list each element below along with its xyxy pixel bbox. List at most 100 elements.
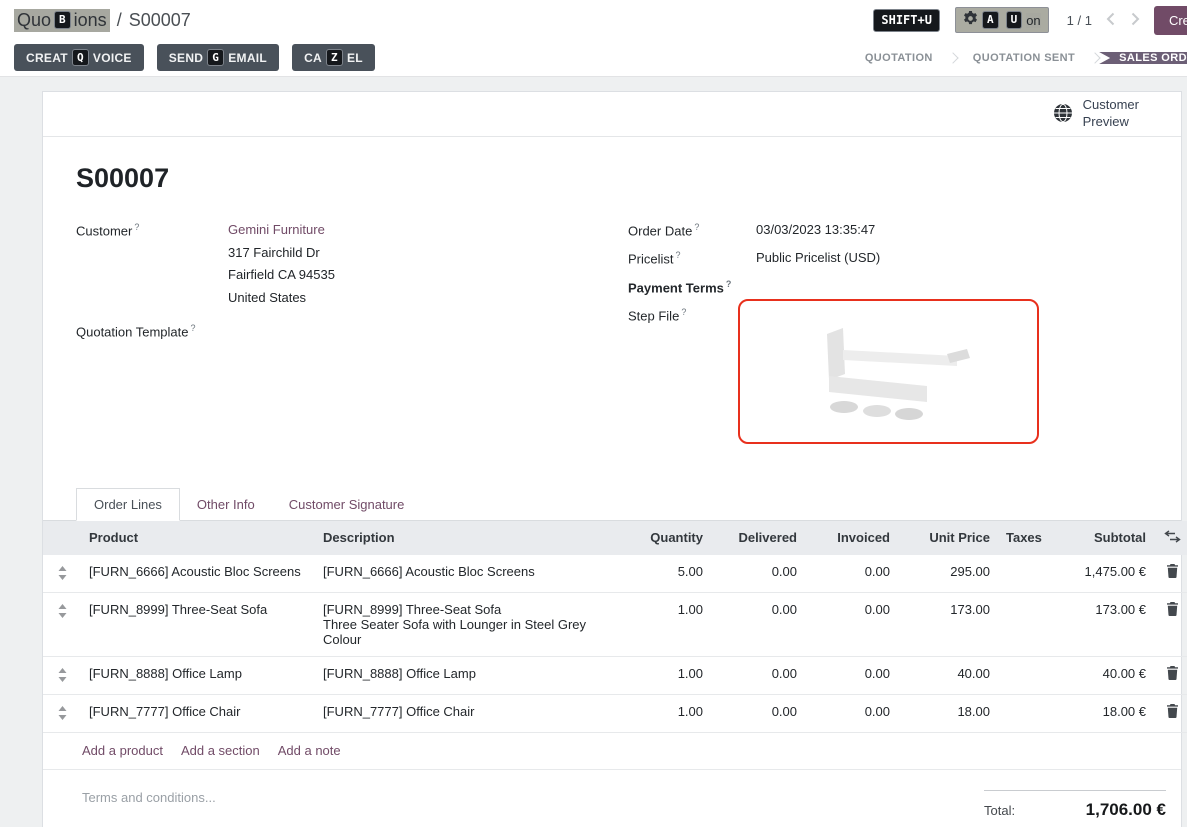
total-label: Total: xyxy=(984,803,1015,818)
description-cell[interactable]: [FURN_7777] Office Chair xyxy=(315,694,615,732)
invoiced-cell[interactable]: 0.00 xyxy=(805,694,898,732)
main-content: Customer Preview S00007 Customer? Gemini… xyxy=(0,77,1187,827)
delivered-column-header: Delivered xyxy=(711,521,805,555)
drag-handle[interactable] xyxy=(43,694,81,732)
pager-previous-button[interactable] xyxy=(1104,10,1117,31)
description-cell[interactable]: [FURN_6666] Acoustic Bloc Screens xyxy=(315,555,615,593)
delivered-cell[interactable]: 0.00 xyxy=(711,656,805,694)
delivered-cell[interactable]: 0.00 xyxy=(711,592,805,656)
create-invoice-button[interactable]: CREATQVOICE xyxy=(14,44,144,71)
taxes-cell[interactable] xyxy=(998,694,1044,732)
globe-icon xyxy=(1053,103,1073,126)
address-line: 317 Fairchild Dr xyxy=(228,242,628,264)
customer-value-link[interactable]: Gemini Furniture xyxy=(228,222,325,237)
quantity-cell[interactable]: 1.00 xyxy=(615,592,711,656)
product-cell[interactable]: [FURN_7777] Office Chair xyxy=(81,694,315,732)
create-invoice-label-suffix: VOICE xyxy=(93,51,132,65)
taxes-cell[interactable] xyxy=(998,656,1044,694)
order-line-row[interactable]: [FURN_8999] Three-Seat Sofa [FURN_8999] … xyxy=(43,592,1187,656)
cancel-button[interactable]: CAZEL xyxy=(292,44,375,71)
tab-order-lines[interactable]: Order Lines xyxy=(76,488,180,521)
delivered-cell[interactable]: 0.00 xyxy=(711,555,805,593)
add-note-link[interactable]: Add a note xyxy=(278,743,341,758)
breadcrumb-quotations-link[interactable]: QuoBions xyxy=(14,9,110,32)
action-menu-button[interactable]: A U on xyxy=(955,7,1049,33)
customer-label: Customer? xyxy=(76,222,228,238)
handle-column-header xyxy=(43,521,81,555)
product-cell[interactable]: [FURN_8888] Office Lamp xyxy=(81,656,315,694)
taxes-cell[interactable] xyxy=(998,555,1044,593)
product-cell[interactable]: [FURN_8999] Three-Seat Sofa xyxy=(81,592,315,656)
form-sheet: Customer Preview S00007 Customer? Gemini… xyxy=(42,91,1182,827)
help-icon: ? xyxy=(191,323,196,333)
order-line-row[interactable]: [FURN_7777] Office Chair [FURN_7777] Off… xyxy=(43,694,1187,732)
description-column-header: Description xyxy=(315,521,615,555)
pricelist-value[interactable]: Public Pricelist (USD) xyxy=(756,250,880,265)
customer-preview-button[interactable]: Customer Preview xyxy=(1053,97,1139,131)
delete-line-button[interactable] xyxy=(1154,694,1187,732)
description-cell[interactable]: [FURN_8888] Office Lamp xyxy=(315,656,615,694)
invoiced-cell[interactable]: 0.00 xyxy=(805,555,898,593)
help-icon: ? xyxy=(694,222,699,232)
quantity-column-header: Quantity xyxy=(615,521,711,555)
table-add-links: Add a product Add a section Add a note xyxy=(43,733,1181,770)
delete-line-button[interactable] xyxy=(1154,592,1187,656)
optional-columns-button[interactable] xyxy=(1154,521,1187,555)
invoiced-column-header: Invoiced xyxy=(805,521,898,555)
help-icon: ? xyxy=(676,250,681,260)
taxes-column-header: Taxes xyxy=(998,521,1044,555)
create-button[interactable]: Create xyxy=(1154,6,1187,35)
product-cell[interactable]: [FURN_6666] Acoustic Bloc Screens xyxy=(81,555,315,593)
tab-other-info[interactable]: Other Info xyxy=(180,489,272,520)
notebook-tabs: Order Lines Other Info Customer Signatur… xyxy=(43,488,1181,521)
statusbar: QUOTATION QUOTATION SENT SALES ORDER xyxy=(849,40,1187,76)
chevron-right-icon xyxy=(1131,14,1140,29)
unit-price-cell[interactable]: 173.00 xyxy=(898,592,998,656)
customer-preview-line1: Customer xyxy=(1083,97,1139,112)
quantity-cell[interactable]: 5.00 xyxy=(615,555,711,593)
invoiced-cell[interactable]: 0.00 xyxy=(805,592,898,656)
statusbar-stage-sales-order-active[interactable]: SALES ORDER xyxy=(1099,52,1187,64)
statusbar-stage-quotation-sent[interactable]: QUOTATION SENT xyxy=(957,52,1091,64)
order-date-value[interactable]: 03/03/2023 13:35:47 xyxy=(756,222,875,237)
order-line-row[interactable]: [FURN_6666] Acoustic Bloc Screens [FURN_… xyxy=(43,555,1187,593)
delivered-cell[interactable]: 0.00 xyxy=(711,694,805,732)
keyboard-hint-a: A xyxy=(982,11,999,29)
order-line-row[interactable]: [FURN_8888] Office Lamp [FURN_8888] Offi… xyxy=(43,656,1187,694)
help-icon: ? xyxy=(134,222,139,232)
add-product-link[interactable]: Add a product xyxy=(82,743,163,758)
description-cell[interactable]: [FURN_8999] Three-Seat Sofa Three Seater… xyxy=(315,592,615,656)
pricelist-label: Pricelist? xyxy=(628,250,756,266)
invoiced-cell[interactable]: 0.00 xyxy=(805,656,898,694)
send-email-button[interactable]: SENDGEMAIL xyxy=(157,44,279,71)
field-groups: Customer? Gemini Furniture 317 Fairchild… xyxy=(43,222,1181,456)
unit-price-cell[interactable]: 295.00 xyxy=(898,555,998,593)
delete-line-button[interactable] xyxy=(1154,656,1187,694)
trash-icon xyxy=(1166,668,1179,683)
form-header-bar: CREATQVOICE SENDGEMAIL CAZEL QUOTATION Q… xyxy=(0,40,1187,77)
unit-price-cell[interactable]: 40.00 xyxy=(898,656,998,694)
terms-and-conditions-placeholder[interactable]: Terms and conditions... xyxy=(82,790,216,820)
quantity-cell[interactable]: 1.00 xyxy=(615,694,711,732)
cancel-label-suffix: EL xyxy=(347,51,363,65)
pager-counter: 1 / 1 xyxy=(1067,13,1092,28)
pager-next-button[interactable] xyxy=(1129,10,1142,31)
statusbar-stage-quotation[interactable]: QUOTATION xyxy=(849,52,949,64)
unit-price-cell[interactable]: 18.00 xyxy=(898,694,998,732)
sheet-footer: Terms and conditions... Total: 1,706.00 … xyxy=(43,770,1181,820)
tab-customer-signature[interactable]: Customer Signature xyxy=(272,489,422,520)
taxes-cell[interactable] xyxy=(998,592,1044,656)
drag-handle[interactable] xyxy=(43,555,81,593)
keyboard-hint-g: G xyxy=(207,49,224,67)
drag-handle[interactable] xyxy=(43,592,81,656)
quantity-cell[interactable]: 1.00 xyxy=(615,656,711,694)
step-file-image[interactable] xyxy=(738,299,1039,444)
delete-line-button[interactable] xyxy=(1154,555,1187,593)
customer-address: 317 Fairchild Dr Fairfield CA 94535 Unit… xyxy=(228,242,628,308)
drag-handle[interactable] xyxy=(43,656,81,694)
breadcrumb-separator: / xyxy=(117,10,122,31)
subtotal-cell: 173.00 € xyxy=(1044,592,1154,656)
address-line: Fairfield CA 94535 xyxy=(228,264,628,286)
step-file-label: Step File? xyxy=(628,307,738,323)
add-section-link[interactable]: Add a section xyxy=(181,743,260,758)
